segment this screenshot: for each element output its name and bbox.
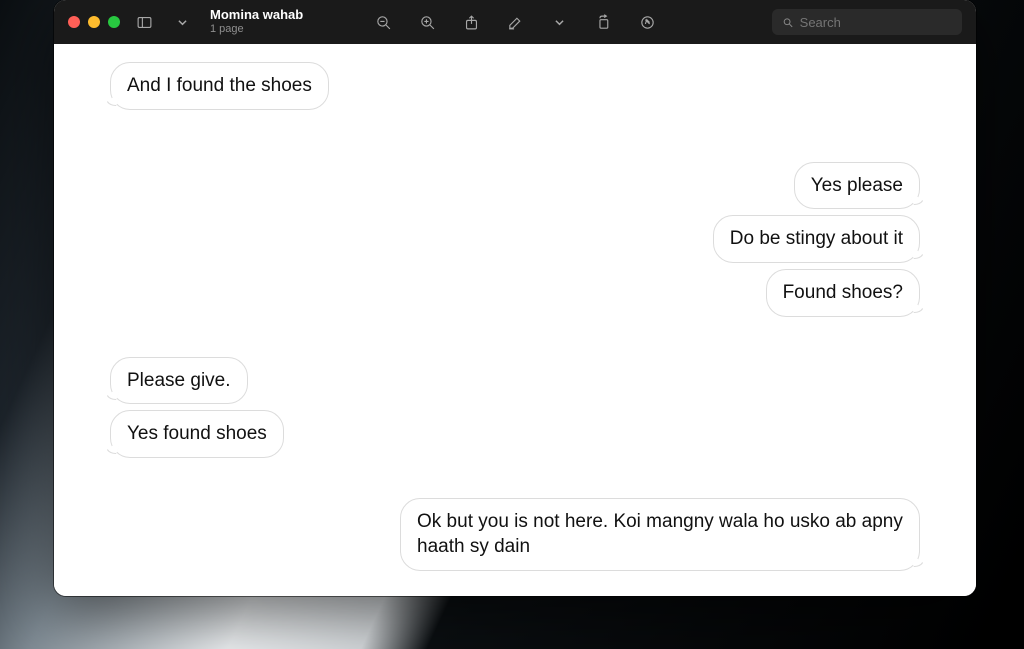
preview-window: Momina wahab 1 page bbox=[54, 0, 976, 596]
toolbar-right bbox=[772, 9, 962, 35]
message-bubble[interactable]: Yes please bbox=[794, 162, 920, 210]
zoom-out-button[interactable] bbox=[369, 8, 397, 36]
message-bubble[interactable]: Found shoes? bbox=[766, 269, 920, 317]
message-bubble[interactable]: Please give. bbox=[110, 357, 248, 405]
desktop-background: Momina wahab 1 page bbox=[0, 0, 1024, 649]
toolbar-center bbox=[369, 8, 661, 36]
search-input[interactable] bbox=[800, 15, 952, 30]
rotate-icon bbox=[595, 14, 612, 31]
sidebar-toggle-button[interactable] bbox=[130, 8, 158, 36]
message-gap bbox=[64, 577, 966, 596]
close-window-button[interactable] bbox=[68, 16, 80, 28]
title-block: Momina wahab 1 page bbox=[210, 8, 303, 36]
chevron-down-icon bbox=[178, 18, 187, 27]
chevron-down-icon bbox=[555, 18, 564, 27]
outgoing-message-row: Ok but you is not here. Koi mangny wala … bbox=[64, 498, 966, 571]
zoom-in-button[interactable] bbox=[413, 8, 441, 36]
message-bubble[interactable]: Do be stingy about it bbox=[713, 215, 920, 263]
outgoing-message-row: Do be stingy about it bbox=[64, 215, 966, 263]
highlighter-icon bbox=[639, 14, 656, 31]
sidebar-icon bbox=[136, 14, 153, 31]
minimize-window-button[interactable] bbox=[88, 16, 100, 28]
markup-button[interactable] bbox=[501, 8, 529, 36]
markup-pen-icon bbox=[507, 14, 524, 31]
share-button[interactable] bbox=[457, 8, 485, 36]
window-toolbar: Momina wahab 1 page bbox=[54, 0, 976, 44]
markup-menu-chevron[interactable] bbox=[545, 8, 573, 36]
zoom-out-icon bbox=[375, 14, 392, 31]
message-bubble[interactable]: Ok but you is not here. Koi mangny wala … bbox=[400, 498, 920, 571]
document-subtitle: 1 page bbox=[210, 23, 303, 36]
rotate-button[interactable] bbox=[589, 8, 617, 36]
share-icon bbox=[463, 14, 480, 31]
message-gap bbox=[64, 464, 966, 492]
zoom-in-icon bbox=[419, 14, 436, 31]
incoming-message-row: And I found the shoes bbox=[64, 62, 966, 110]
search-box[interactable] bbox=[772, 9, 962, 35]
outgoing-message-row: Yes please bbox=[64, 162, 966, 210]
sidebar-menu-chevron[interactable] bbox=[168, 8, 196, 36]
incoming-message-row: Please give. bbox=[64, 357, 966, 405]
search-icon bbox=[782, 16, 794, 29]
document-title: Momina wahab bbox=[210, 8, 303, 23]
window-controls bbox=[68, 16, 120, 28]
outgoing-message-row: Found shoes? bbox=[64, 269, 966, 317]
message-bubble[interactable]: And I found the shoes bbox=[110, 62, 329, 110]
message-bubble[interactable]: Yes found shoes bbox=[110, 410, 284, 458]
fullscreen-window-button[interactable] bbox=[108, 16, 120, 28]
message-gap bbox=[64, 323, 966, 351]
message-gap bbox=[64, 116, 966, 156]
document-content[interactable]: And I found the shoes Yes please Do be sti… bbox=[54, 44, 976, 596]
incoming-message-row: Yes found shoes bbox=[64, 410, 966, 458]
highlight-button[interactable] bbox=[633, 8, 661, 36]
